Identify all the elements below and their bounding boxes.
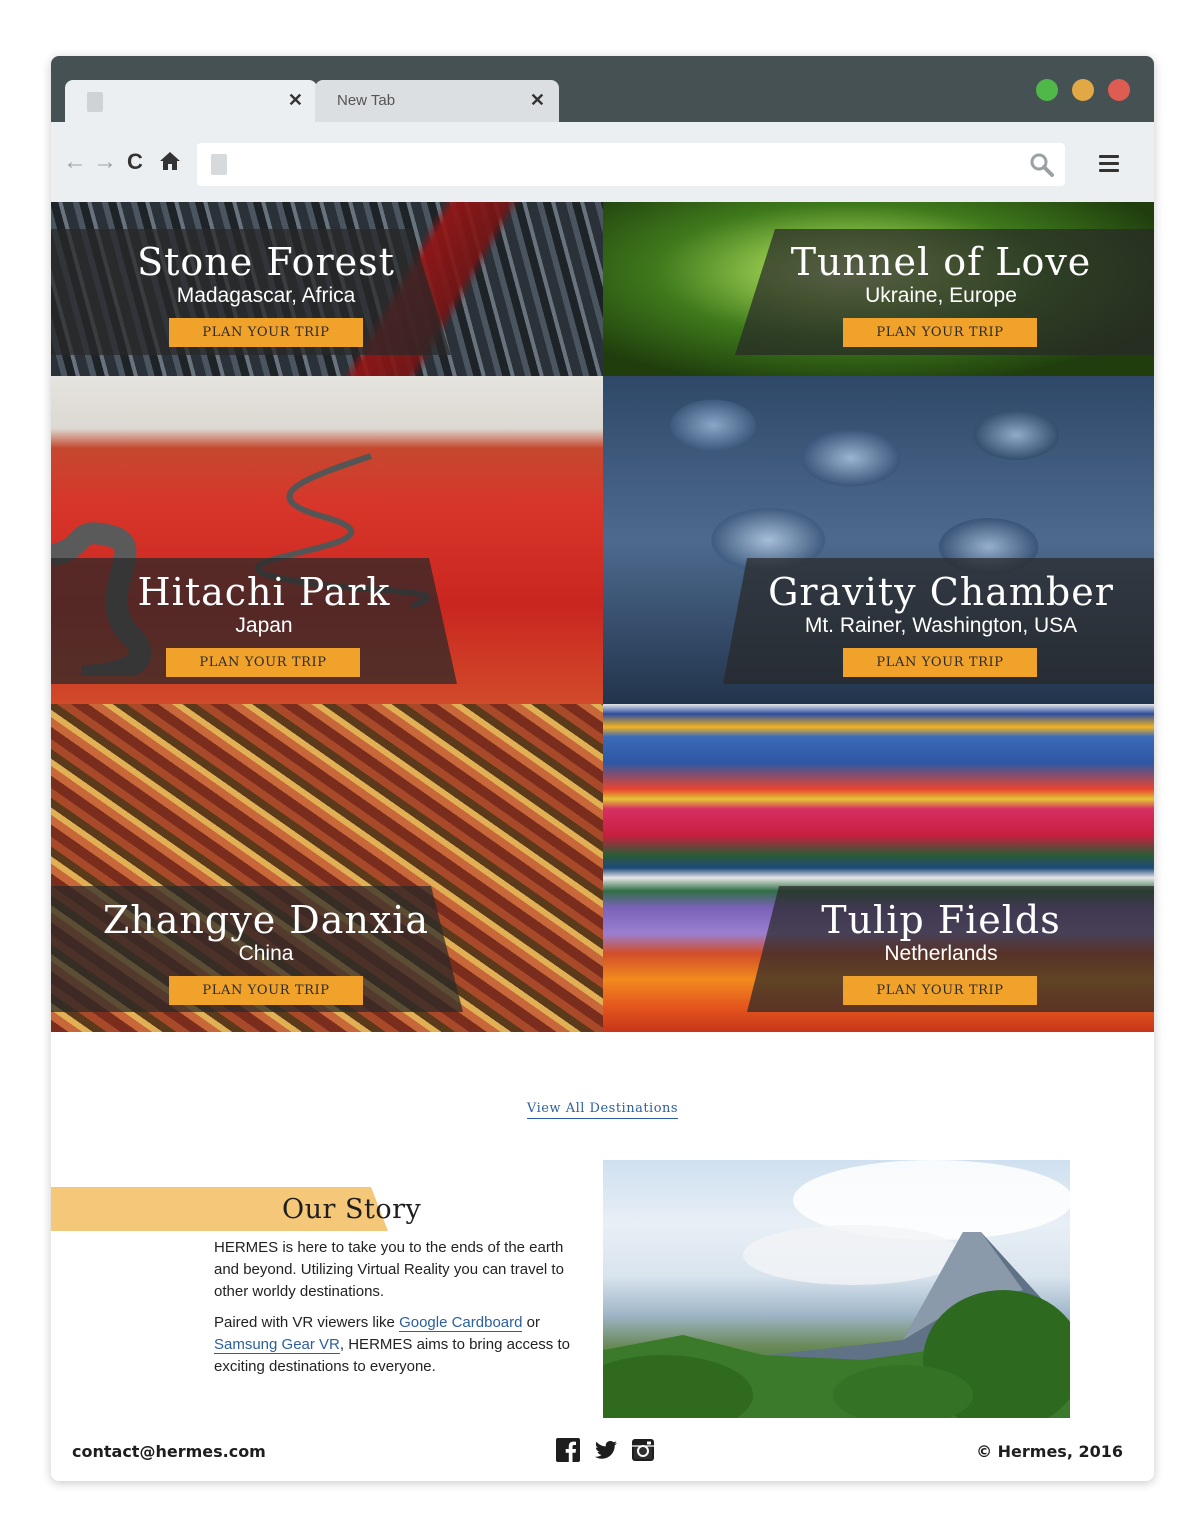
contact-email[interactable]: contact@hermes.com	[72, 1442, 266, 1461]
destination-location: Ukraine, Europe	[865, 284, 1017, 307]
story-paragraph-1: HERMES is here to take you to the ends o…	[214, 1239, 564, 1300]
tab-title: New Tab	[337, 92, 396, 109]
destination-name: Zhangye Danxia	[102, 898, 430, 942]
back-arrow-icon[interactable]: ←	[63, 150, 87, 174]
page-content: Stone Forest Madagascar, Africa PLAN YOU…	[51, 202, 1154, 1481]
destination-card-tulip-fields[interactable]: Tulip Fields Netherlands PLAN YOUR TRIP	[603, 704, 1154, 1032]
plan-trip-button[interactable]: PLAN YOUR TRIP	[843, 648, 1037, 677]
reload-icon[interactable]: C	[127, 150, 143, 174]
title-bar: ✕ New Tab ✕	[51, 56, 1154, 122]
destination-location: China	[238, 942, 294, 965]
destination-location: Madagascar, Africa	[176, 284, 356, 307]
plan-trip-button[interactable]: PLAN YOUR TRIP	[169, 976, 363, 1005]
facebook-icon[interactable]	[556, 1438, 580, 1462]
browser-window: ✕ New Tab ✕ ← → C Stone Forest Madagasca…	[51, 56, 1154, 1481]
close-window-button[interactable]	[1108, 79, 1130, 101]
google-cardboard-link[interactable]: Google Cardboard	[399, 1314, 523, 1332]
address-bar[interactable]	[197, 143, 1065, 186]
destination-card-gravity-chamber[interactable]: Gravity Chamber Mt. Rainer, Washington, …	[603, 376, 1154, 704]
story-title: Our Story	[282, 1194, 422, 1225]
page-icon	[87, 92, 103, 112]
story-text-segment: Paired with VR viewers like	[214, 1314, 400, 1331]
destination-name: Tunnel of Love	[790, 240, 1092, 284]
plan-trip-button[interactable]: PLAN YOUR TRIP	[843, 318, 1037, 347]
home-icon[interactable]	[159, 150, 181, 177]
destination-name: Tulip Fields	[821, 898, 1061, 942]
destination-location: Japan	[235, 614, 293, 637]
destination-location: Mt. Rainer, Washington, USA	[804, 614, 1078, 637]
tab-active[interactable]: ✕	[65, 80, 317, 122]
hamburger-menu-icon[interactable]	[1099, 155, 1119, 173]
samsung-gear-vr-link[interactable]: Samsung Gear VR	[214, 1336, 340, 1354]
view-all-container: View All Destinations	[51, 1099, 1154, 1119]
destination-location: Netherlands	[884, 942, 998, 965]
close-tab-icon[interactable]: ✕	[288, 89, 303, 111]
close-tab-icon[interactable]: ✕	[530, 89, 545, 111]
plan-trip-button[interactable]: PLAN YOUR TRIP	[166, 648, 360, 677]
destination-name: Gravity Chamber	[768, 570, 1114, 614]
search-icon[interactable]	[1029, 152, 1055, 178]
destination-card-zhangye-danxia[interactable]: Zhangye Danxia China PLAN YOUR TRIP	[51, 704, 603, 1032]
copyright-text: © Hermes, 2016	[976, 1442, 1123, 1461]
browser-toolbar: ← → C	[51, 122, 1154, 202]
plan-trip-button[interactable]: PLAN YOUR TRIP	[169, 318, 363, 347]
maximize-button[interactable]	[1036, 79, 1058, 101]
destination-card-tunnel-of-love[interactable]: Tunnel of Love Ukraine, Europe PLAN YOUR…	[603, 202, 1154, 376]
destination-name: Hitachi Park	[137, 570, 391, 614]
twitter-icon[interactable]	[593, 1438, 619, 1462]
volcano-image	[603, 1160, 1070, 1418]
story-paragraph-2: Paired with VR viewers like Google Cardb…	[214, 1312, 574, 1378]
destination-card-stone-forest[interactable]: Stone Forest Madagascar, Africa PLAN YOU…	[51, 202, 603, 376]
story-text-segment: or	[522, 1314, 540, 1331]
plan-trip-button[interactable]: PLAN YOUR TRIP	[843, 976, 1037, 1005]
tab-new-tab[interactable]: New Tab ✕	[315, 80, 559, 122]
destination-name: Stone Forest	[137, 240, 395, 284]
minimize-button[interactable]	[1072, 79, 1094, 101]
volcano-illustration	[603, 1160, 1070, 1418]
forward-arrow-icon[interactable]: →	[93, 150, 117, 174]
instagram-icon[interactable]	[631, 1438, 655, 1462]
destination-card-hitachi-park[interactable]: Hitachi Park Japan PLAN YOUR TRIP	[51, 376, 603, 704]
view-all-destinations-link[interactable]: View All Destinations	[526, 1101, 679, 1119]
page-icon	[211, 154, 227, 175]
story-text: HERMES is here to take you to the ends o…	[214, 1237, 574, 1387]
